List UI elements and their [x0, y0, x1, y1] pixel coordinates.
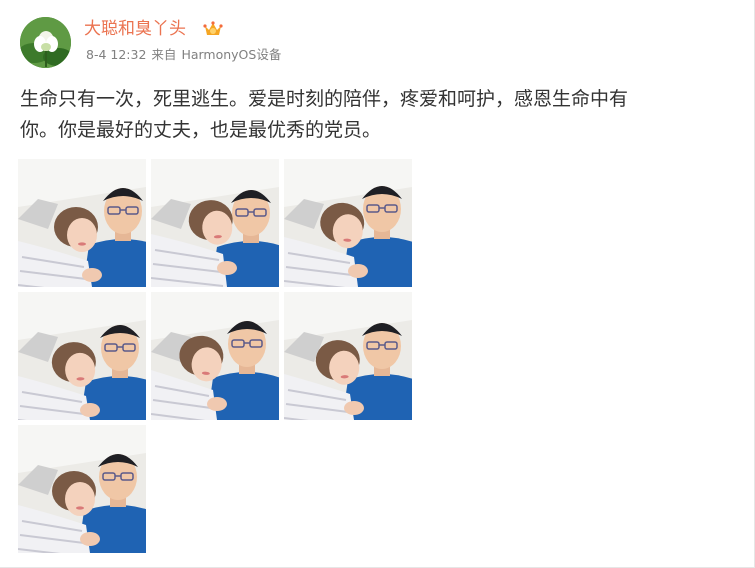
- crown-vip-icon[interactable]: [203, 19, 223, 39]
- post-text-line-2: 你。你是最好的丈夫，也是最优秀的党员。: [20, 119, 382, 141]
- weibo-post-card: 大聪和臭丫头 8-4 12:32 来自 HarmonyOS设备 生命只有一次，死里逃…: [0, 0, 755, 568]
- photo-thumbnail[interactable]: [18, 159, 146, 287]
- post-meta: 8-4 12:32 来自 HarmonyOS设备: [86, 47, 286, 63]
- avatar[interactable]: [20, 17, 71, 68]
- post-text-line-1: 生命只有一次，死里逃生。爱是时刻的陪伴，疼爱和呵护，感恩生命中有: [20, 88, 629, 110]
- source-prefix: 来自: [151, 47, 177, 62]
- photo-thumbnail[interactable]: [151, 292, 279, 420]
- username-link[interactable]: 大聪和臭丫头: [84, 18, 186, 40]
- photo-grid: [18, 159, 418, 555]
- post-text: 生命只有一次，死里逃生。爱是时刻的陪伴，疼爱和呵护，感恩生命中有 你。你是最好的…: [20, 84, 720, 146]
- lotus-avatar-icon: [20, 17, 71, 68]
- photo-thumbnail[interactable]: [18, 292, 146, 420]
- photo-thumbnail[interactable]: [151, 159, 279, 287]
- photo-thumbnail[interactable]: [18, 425, 146, 553]
- source-device: HarmonyOS设备: [181, 47, 282, 62]
- photo-thumbnail[interactable]: [284, 292, 412, 420]
- post-date[interactable]: 8-4 12:32: [86, 47, 146, 62]
- photo-thumbnail[interactable]: [284, 159, 412, 287]
